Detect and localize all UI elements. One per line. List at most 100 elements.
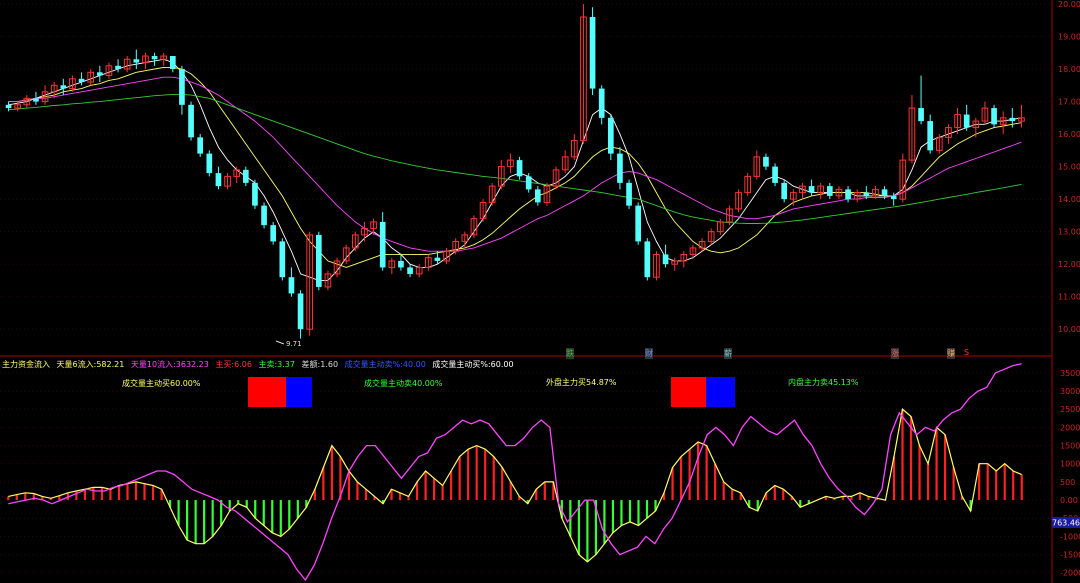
candle-body — [197, 137, 204, 154]
right-ratio-bar — [671, 377, 735, 407]
indicator-tick-label: 2000 — [1060, 423, 1080, 432]
left-buy-text: 成交量主动买60.00% — [122, 379, 201, 388]
candle-body — [598, 88, 605, 118]
indicator-tick-label: 1000 — [1060, 460, 1080, 469]
event-marker[interactable]: 赚 — [947, 348, 955, 359]
indicator-name: 主力资金流入 — [2, 360, 50, 369]
indicator-header: 主力资金流入 天量6流入:582.21 天量10流入:3632.23 主买:6.… — [2, 359, 514, 370]
candle-body — [398, 260, 404, 268]
right-buy-text: 外盘主力买54.87% — [546, 378, 617, 387]
current-value-label: 763.46 — [1052, 519, 1080, 528]
right-sell-block — [706, 377, 735, 407]
price-tick-label: 16.00 — [1058, 130, 1080, 139]
d6-label: 天量6流入: — [56, 360, 97, 369]
candle-body — [845, 189, 851, 200]
price-tick-label: 15.00 — [1058, 163, 1080, 172]
candle-body — [890, 195, 897, 200]
candle-body — [617, 153, 623, 183]
candle-body — [188, 104, 194, 138]
main-sell-label: 主卖: — [258, 360, 278, 369]
candle-body — [626, 182, 632, 206]
candle-body — [772, 166, 778, 183]
sell-ratio-value: 40.00 — [402, 360, 426, 369]
candle-body — [5, 104, 12, 109]
indicator-tick-label: 0.00 — [1060, 496, 1078, 505]
candle-body — [963, 114, 970, 128]
event-marker[interactable]: 财 — [645, 348, 653, 359]
ma-line-2 — [8, 76, 1022, 252]
candle-body — [927, 121, 934, 151]
candle-body — [525, 176, 532, 190]
candle-body — [279, 241, 286, 278]
d6-value: 582.21 — [96, 360, 125, 369]
candle-body — [635, 205, 642, 242]
indicator-tick-label: -1500 — [1060, 551, 1080, 560]
indicator-tick-label: 3500 — [1060, 369, 1080, 378]
d10-label: 天量10流入: — [130, 360, 176, 369]
candle-body — [270, 225, 277, 242]
diff-label: 差额: — [301, 360, 321, 369]
candle-body — [297, 293, 304, 330]
candle-body — [115, 65, 121, 70]
candle-body — [534, 189, 541, 203]
candle-body — [589, 17, 596, 89]
candle-body — [516, 160, 523, 177]
event-marker[interactable]: 薪 — [724, 348, 732, 359]
price-tick-label: 12.00 — [1058, 260, 1080, 269]
low-price-pointer — [275, 340, 285, 345]
right-sell-text: 内盘主力卖45.13% — [788, 378, 859, 387]
low-price-label: 9.71 — [286, 340, 302, 348]
price-tick-label: 11.00 — [1058, 293, 1080, 302]
ma-line-1 — [8, 66, 1022, 268]
buy-ratio-label: 成交量主动买%: — [432, 360, 491, 369]
indicator-tick-label: 3000 — [1060, 387, 1080, 396]
candle-body — [151, 56, 158, 60]
candle-body — [96, 72, 103, 76]
indicator-tick-label: -2000 — [1060, 569, 1080, 578]
left-ratio-bar — [248, 377, 312, 407]
candle-body — [826, 186, 833, 196]
price-tick-label: 13.00 — [1058, 228, 1080, 237]
buy-ratio-value: 60.00 — [490, 360, 514, 369]
candle-body — [808, 186, 815, 193]
event-marker[interactable]: 跌 — [566, 348, 574, 359]
price-tick-label: 10.00 — [1058, 325, 1080, 334]
candle-body — [662, 254, 669, 265]
indicator-tick-label: 1500 — [1060, 442, 1080, 451]
indicator-tick-label: 2500 — [1060, 405, 1080, 414]
candle-body — [781, 182, 788, 200]
candle-body — [242, 169, 249, 183]
candle-body — [169, 56, 176, 70]
main-buy-value: 6.06 — [234, 360, 252, 369]
candle-body — [863, 192, 870, 196]
indicator-line — [8, 363, 1022, 582]
price-tick-label: 17.00 — [1058, 98, 1080, 107]
price-tick-label: 14.00 — [1058, 195, 1080, 204]
sell-ratio-label: 成交量主动卖%: — [344, 360, 403, 369]
candle-body — [252, 182, 258, 206]
candle-body — [179, 69, 185, 105]
diff-value: 1.60 — [320, 360, 339, 369]
candle-body — [434, 257, 441, 261]
candle-body — [288, 277, 295, 294]
candle-body — [379, 221, 386, 268]
d10-value: 3632.23 — [175, 360, 209, 369]
candle-body — [607, 117, 614, 154]
candle-body — [763, 156, 769, 167]
candle-body — [133, 59, 140, 63]
histogram-outline — [8, 408, 1022, 563]
candle-body — [918, 108, 924, 122]
event-marker[interactable]: 涨 — [891, 348, 899, 359]
left-sell-text: 成交量主动卖40.00% — [364, 379, 443, 388]
indicator-tick-label: 500 — [1060, 478, 1075, 487]
candle-body — [991, 108, 997, 125]
main-buy-label: 主买: — [215, 360, 235, 369]
right-buy-block — [671, 377, 707, 407]
price-tick-label: 20.00 — [1058, 0, 1080, 9]
candle-body — [261, 205, 267, 226]
candle-body — [1009, 117, 1016, 122]
event-marker[interactable]: S — [964, 348, 969, 357]
price-indicator-chart: 20.00 19.00 18.00 17.00 16.00 15.00 14.00 13.00… — [0, 0, 1080, 583]
ma-line-3 — [8, 93, 1022, 224]
main-sell-value: 3.37 — [277, 360, 295, 369]
